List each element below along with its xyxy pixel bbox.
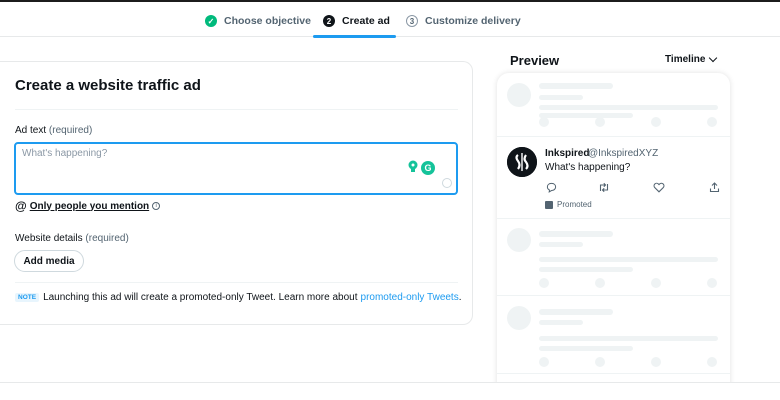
chevron-down-icon (709, 53, 718, 63)
grammarly-icon[interactable]: G (421, 161, 435, 175)
reply-icon[interactable] (545, 181, 557, 193)
step-number: 2 (323, 15, 335, 27)
at-icon: @ (15, 199, 27, 213)
skeleton-line (539, 336, 718, 341)
emoji-icon[interactable] (442, 178, 452, 188)
step-customize-delivery[interactable]: 3 Customize delivery (406, 11, 521, 31)
step-label: Customize delivery (425, 15, 521, 27)
skeleton-action (539, 278, 549, 288)
skeleton-action (651, 117, 661, 127)
promoted-text: Promoted (557, 200, 592, 209)
note-end: . (458, 292, 462, 303)
skeleton-action (595, 357, 605, 367)
ad-text-input[interactable] (22, 148, 402, 178)
divider (497, 373, 730, 374)
like-icon[interactable] (653, 181, 665, 193)
skeleton-line (539, 309, 613, 315)
step-number: 3 (406, 15, 418, 27)
required-hint: (required) (85, 233, 129, 244)
ad-text-field[interactable] (14, 142, 458, 195)
skeleton-line (539, 113, 633, 118)
skeleton-action (651, 357, 661, 367)
skeleton-line (539, 346, 633, 351)
skeleton-action (707, 278, 717, 288)
step-choose-objective[interactable]: ✓ Choose objective (205, 11, 311, 31)
promoted-only-link[interactable]: promoted-only Tweets (361, 292, 459, 303)
tweet-author-handle: @InkspiredXYZ (588, 148, 659, 159)
divider (497, 136, 730, 137)
skeleton-line (539, 257, 718, 262)
skeleton-action (707, 357, 717, 367)
note-text: Launching this ad will create a promoted… (43, 292, 358, 303)
check-icon: ✓ (205, 15, 217, 27)
preview-title: Preview (510, 53, 560, 68)
skeleton-avatar (507, 306, 531, 330)
skeleton-action (595, 278, 605, 288)
skeleton-line (539, 320, 583, 325)
divider (497, 218, 730, 219)
ad-text-label: Ad text (required) (15, 125, 92, 136)
step-label: Choose objective (224, 15, 311, 27)
skeleton-avatar (507, 228, 531, 252)
divider (15, 282, 458, 283)
skeleton-line (539, 95, 583, 100)
skeleton-line (539, 242, 583, 247)
skeleton-line (539, 267, 633, 272)
label-text: Website details (15, 233, 83, 244)
info-icon[interactable]: i (152, 202, 161, 210)
skeleton-avatar (507, 83, 531, 107)
label-text: Ad text (15, 125, 47, 136)
reply-setting[interactable]: @ Only people you mention i (15, 199, 161, 213)
skeleton-line (539, 105, 718, 110)
lightbulb-icon[interactable] (406, 160, 420, 174)
skeleton-line (539, 83, 613, 89)
progress-stepper: ✓ Choose objective 2 Create ad 3 Customi… (0, 2, 780, 38)
mention-setting-label: Only people you mention (29, 200, 150, 212)
tweet-text: What's happening? (545, 162, 631, 173)
skeleton-action (707, 117, 717, 127)
tweet-author-name: Inkspired (545, 148, 590, 159)
preview-view-select[interactable]: Timeline (665, 53, 718, 65)
step-label: Create ad (342, 15, 390, 27)
divider (15, 109, 458, 110)
retweet-icon[interactable] (598, 181, 610, 193)
skeleton-action (651, 278, 661, 288)
skeleton-line (539, 231, 613, 237)
skeleton-action (539, 357, 549, 367)
website-details-label: Website details (required) (15, 233, 129, 244)
required-hint: (required) (48, 125, 93, 136)
footer-bar (0, 382, 780, 400)
preview-frame (497, 73, 730, 400)
avatar (507, 147, 537, 177)
note-badge: NOTE (15, 293, 40, 302)
skeleton-action (595, 117, 605, 127)
selected-view: Timeline (665, 54, 706, 65)
add-media-button[interactable]: Add media (14, 250, 84, 272)
promoted-note: NOTE Launching this ad will create a pro… (15, 292, 462, 303)
share-icon[interactable] (708, 181, 720, 193)
promoted-icon (545, 200, 553, 209)
skeleton-action (539, 117, 549, 127)
step-create-ad[interactable]: 2 Create ad (323, 11, 390, 31)
page-title: Create a website traffic ad (15, 77, 201, 94)
active-step-indicator (313, 35, 396, 38)
promoted-label: Promoted (545, 200, 592, 209)
divider (497, 295, 730, 296)
